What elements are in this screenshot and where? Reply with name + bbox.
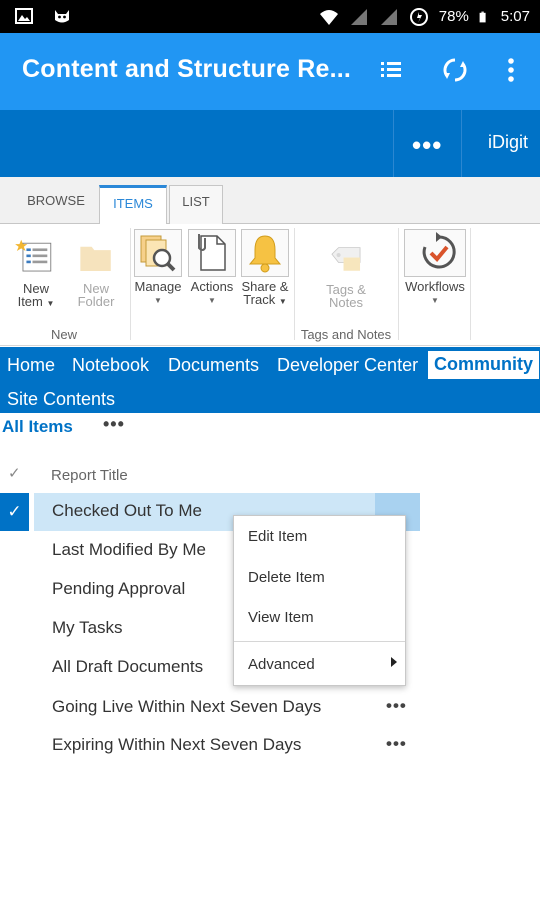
- tab-items[interactable]: ITEMS: [99, 185, 167, 225]
- tags-notes-label-2: Notes: [329, 295, 363, 310]
- nav-item-documents[interactable]: Documents: [168, 355, 259, 376]
- manage-label: Manage: [134, 279, 182, 294]
- menu-item-edit[interactable]: Edit Item: [248, 528, 307, 545]
- data-saver-icon: [409, 7, 428, 26]
- list-item-title[interactable]: All Draft Documents: [52, 657, 203, 677]
- manage-icon-box: [134, 229, 182, 277]
- view-more-button[interactable]: •••: [103, 414, 125, 435]
- battery-percent: 78%: [438, 8, 469, 25]
- new-item-icon: [15, 239, 52, 272]
- tab-browse[interactable]: BROWSE: [16, 185, 96, 224]
- menu-item-advanced[interactable]: Advanced: [248, 656, 315, 673]
- group-label-new: New: [50, 327, 77, 342]
- column-header-report-title[interactable]: Report Title: [51, 467, 128, 484]
- user-menu[interactable]: iDigit: [488, 132, 528, 153]
- new-item-button[interactable]: New Item ▼: [12, 238, 60, 310]
- workflows-label: Workflows: [405, 279, 465, 294]
- ribbon-group-divider: [470, 228, 471, 340]
- new-folder-icon: [80, 246, 111, 272]
- image-icon: [15, 8, 33, 24]
- row-more-button[interactable]: •••: [386, 696, 407, 716]
- nav-item-home[interactable]: Home: [7, 355, 55, 376]
- nav-item-site-contents[interactable]: Site Contents: [7, 389, 115, 410]
- row-checkbox[interactable]: ✓: [0, 493, 29, 531]
- overflow-menu-icon[interactable]: [496, 55, 526, 85]
- list-item-title[interactable]: Checked Out To Me: [52, 501, 202, 521]
- nav-item-community[interactable]: Community: [428, 351, 539, 379]
- new-folder-label-2: Folder: [77, 294, 115, 309]
- battery-icon: [479, 11, 486, 22]
- row-more-button[interactable]: •••: [386, 734, 407, 754]
- ribbon-tabs: BROWSE ITEMS LIST: [0, 177, 540, 225]
- workflows-icon-box: [404, 229, 466, 277]
- list-item-title[interactable]: Expiring Within Next Seven Days: [52, 735, 301, 755]
- signal-icon-2: [380, 8, 397, 25]
- ribbon-body: New Item ▼ New Folder New Manage ▼ Actio…: [0, 224, 540, 346]
- nav-item-notebook[interactable]: Notebook: [72, 355, 149, 376]
- list-view-icon[interactable]: [377, 55, 407, 85]
- group-label-tags: Tags and Notes: [300, 327, 392, 342]
- refresh-icon[interactable]: [440, 55, 470, 85]
- selection-gap: [29, 493, 34, 531]
- app-bar: Content and Structure Re...: [0, 33, 540, 110]
- list-item-title[interactable]: Pending Approval: [52, 579, 185, 599]
- top-nav: Home Notebook Documents Developer Center…: [0, 347, 540, 413]
- signal-icon: [350, 8, 367, 25]
- list-item-title[interactable]: My Tasks: [52, 618, 123, 638]
- menu-divider: [234, 641, 405, 642]
- list-item-title[interactable]: Last Modified By Me: [52, 540, 206, 560]
- share-track-button[interactable]: Share & Track ▼: [240, 229, 290, 308]
- item-context-menu: Edit Item Delete Item View Item Advanced: [233, 515, 406, 686]
- wifi-icon: [319, 9, 338, 25]
- list-item[interactable]: Going Live Within Next Seven Days •••: [0, 689, 420, 727]
- menu-item-view[interactable]: View Item: [248, 609, 314, 626]
- workflows-button[interactable]: Workflows ▼: [402, 229, 468, 307]
- share-track-label-2: Track ▼: [243, 292, 287, 307]
- list-item[interactable]: Expiring Within Next Seven Days •••: [0, 727, 420, 765]
- actions-dropdown-icon: ▼: [208, 296, 216, 305]
- tab-list[interactable]: LIST: [169, 185, 223, 224]
- workflows-dropdown-icon: ▼: [431, 296, 439, 305]
- suite-more-button[interactable]: •••: [412, 130, 442, 161]
- new-folder-button: New Folder: [72, 238, 120, 308]
- tags-notes-button: Tags & Notes: [320, 241, 372, 309]
- ribbon-group-divider: [294, 228, 295, 340]
- select-all-checkbox[interactable]: ✓: [8, 464, 21, 482]
- ribbon-group-divider: [130, 228, 131, 340]
- menu-item-delete[interactable]: Delete Item: [248, 569, 325, 586]
- workflow-icon: [422, 232, 456, 269]
- ribbon-group-divider: [398, 228, 399, 340]
- suite-bar: ••• iDigit: [0, 110, 540, 177]
- suite-divider: [461, 110, 462, 177]
- list-item-title[interactable]: Going Live Within Next Seven Days: [52, 697, 321, 717]
- cat-icon: [55, 10, 69, 23]
- clock: 5:07: [500, 8, 530, 25]
- suite-divider: [393, 110, 394, 177]
- manage-dropdown-icon: ▼: [154, 296, 162, 305]
- actions-button[interactable]: Actions ▼: [187, 229, 237, 307]
- tag-icon: [331, 247, 361, 271]
- actions-icon: [198, 234, 226, 271]
- actions-label: Actions: [190, 279, 234, 294]
- manage-icon: [140, 235, 176, 272]
- submenu-arrow-icon: [391, 657, 397, 667]
- new-item-label-2: Item ▼: [17, 294, 55, 309]
- all-items-view[interactable]: All Items: [2, 417, 73, 437]
- bell-icon: [248, 235, 282, 273]
- status-bar: 78% 5:07: [0, 0, 540, 33]
- share-track-icon-box: [241, 229, 289, 277]
- app-title: Content and Structure Re...: [22, 55, 352, 83]
- nav-item-developer-center[interactable]: Developer Center: [277, 355, 418, 376]
- manage-button[interactable]: Manage ▼: [133, 229, 183, 307]
- actions-icon-box: [188, 229, 236, 277]
